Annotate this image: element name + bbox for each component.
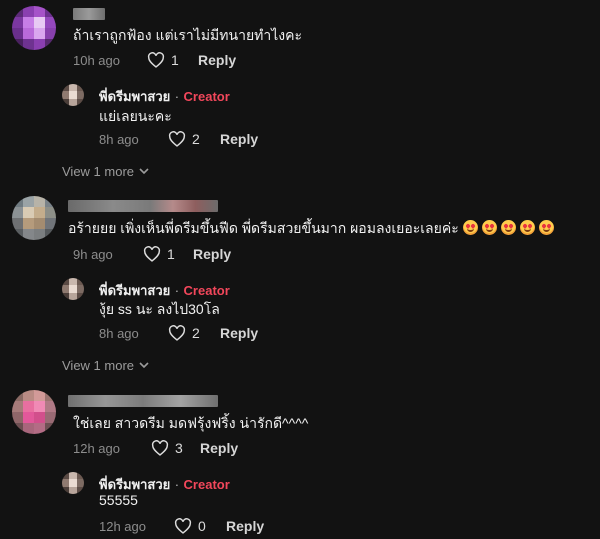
commenter-avatar[interactable] xyxy=(12,6,56,50)
like-count: 1 xyxy=(167,246,175,262)
reply-text: แย่เลยนะคะ xyxy=(99,108,172,124)
comment-timestamp: 12h ago xyxy=(73,441,120,456)
commenter-avatar[interactable] xyxy=(12,390,56,434)
creator-username[interactable]: พี่ดรีมพาสวย xyxy=(99,89,170,104)
like-count: 2 xyxy=(192,325,200,341)
reply-button[interactable]: Reply xyxy=(200,440,238,456)
like-count: 2 xyxy=(192,131,200,147)
reply-button[interactable]: Reply xyxy=(220,131,258,147)
creator-reply-header: พี่ดรีมพาสวย · Creator xyxy=(99,86,230,107)
creator-avatar[interactable] xyxy=(62,278,84,300)
reply-button[interactable]: Reply xyxy=(220,325,258,341)
like-button[interactable]: 0 xyxy=(174,518,206,534)
like-button[interactable]: 3 xyxy=(151,440,183,456)
view-more-label: View 1 more xyxy=(62,358,135,373)
separator-dot: · xyxy=(174,89,180,104)
like-count: 3 xyxy=(175,440,183,456)
reply-button[interactable]: Reply xyxy=(226,518,264,534)
heart-outline-icon xyxy=(168,325,186,341)
comment-text: อร้ายยย เพิ่งเห็นพี่ดรีมขึ้นฟีด พี่ดรีมส… xyxy=(68,218,554,240)
creator-username[interactable]: พี่ดรีมพาสวย xyxy=(99,283,170,298)
comment-text: ใช่เลย สาวดรีม มดฟรุ้งฟริ้ง น่ารักดี^^^^ xyxy=(73,415,309,431)
smiling-face-with-heart-eyes-icon xyxy=(538,220,554,235)
smiling-face-with-heart-eyes-icon xyxy=(519,220,535,235)
comment-timestamp: 9h ago xyxy=(73,247,113,262)
like-button[interactable]: 2 xyxy=(168,325,200,341)
reply-timestamp: 8h ago xyxy=(99,132,139,147)
heart-outline-icon xyxy=(147,52,165,68)
commenter-username-blurred[interactable] xyxy=(68,200,218,212)
view-more-replies-button[interactable]: View 1 more xyxy=(62,358,149,373)
like-count: 0 xyxy=(198,518,206,534)
reply-button[interactable]: Reply xyxy=(198,52,236,68)
creator-badge: Creator xyxy=(183,477,230,492)
heart-outline-icon xyxy=(174,518,192,534)
chevron-down-icon xyxy=(139,362,149,369)
like-count: 1 xyxy=(171,52,179,68)
smiling-face-with-heart-eyes-icon xyxy=(462,220,478,235)
heart-outline-icon xyxy=(143,246,161,262)
creator-badge: Creator xyxy=(183,89,230,104)
separator-dot: · xyxy=(174,477,180,492)
creator-avatar[interactable] xyxy=(62,84,84,106)
creator-username[interactable]: พี่ดรีมพาสวย xyxy=(99,477,170,492)
smiling-face-with-heart-eyes-icon xyxy=(500,220,516,235)
commenter-username-blurred[interactable] xyxy=(73,8,105,20)
reply-timestamp: 8h ago xyxy=(99,326,139,341)
comment-timestamp: 10h ago xyxy=(73,53,120,68)
like-button[interactable]: 1 xyxy=(143,246,175,262)
heart-outline-icon xyxy=(151,440,169,456)
chevron-down-icon xyxy=(139,168,149,175)
like-button[interactable]: 1 xyxy=(147,52,179,68)
commenter-username-blurred[interactable] xyxy=(68,395,218,407)
view-more-label: View 1 more xyxy=(62,164,135,179)
comment-text: ถ้าเราถูกฟ้อง แต่เราไม่มีทนายทำไงคะ xyxy=(73,27,302,43)
creator-avatar[interactable] xyxy=(62,472,84,494)
reply-button[interactable]: Reply xyxy=(193,246,231,262)
reply-text: งุ้ย ss นะ ลงไป30โล xyxy=(99,301,220,317)
creator-reply-header: พี่ดรีมพาสวย · Creator xyxy=(99,280,230,301)
view-more-replies-button[interactable]: View 1 more xyxy=(62,164,149,179)
reply-text: 55555 xyxy=(99,492,138,508)
like-button[interactable]: 2 xyxy=(168,131,200,147)
commenter-avatar[interactable] xyxy=(12,196,56,240)
reply-timestamp: 12h ago xyxy=(99,519,146,534)
creator-badge: Creator xyxy=(183,283,230,298)
heart-outline-icon xyxy=(168,131,186,147)
smiling-face-with-heart-eyes-icon xyxy=(481,220,497,235)
separator-dot: · xyxy=(174,283,180,298)
